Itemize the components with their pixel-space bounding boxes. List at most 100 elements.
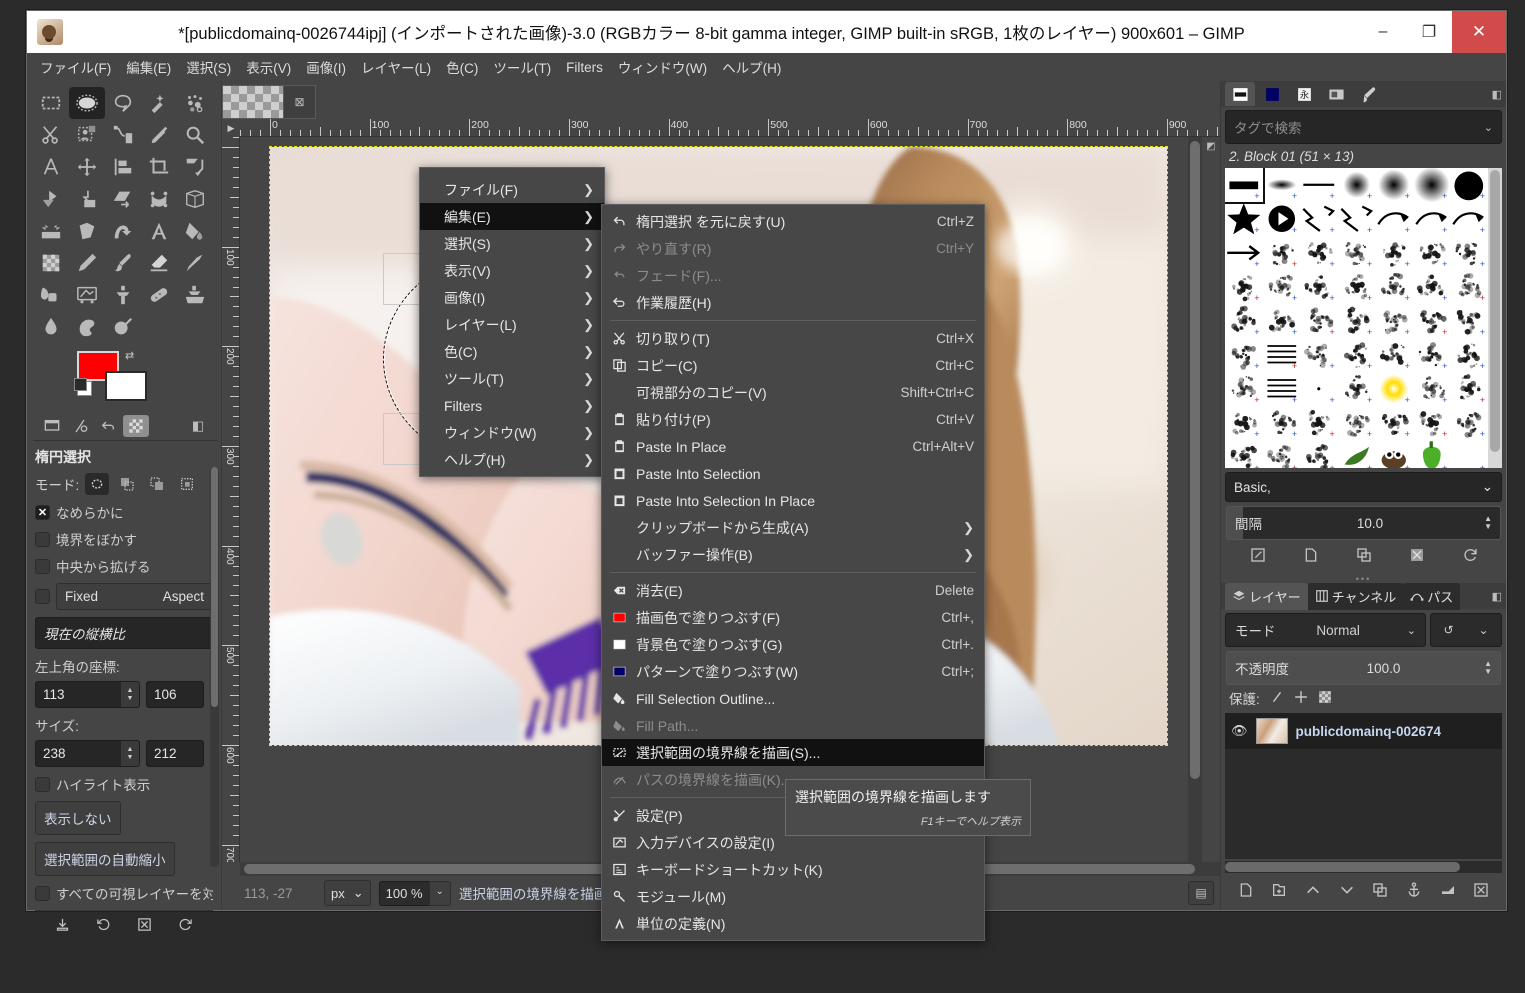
- brush-cell[interactable]: +: [1225, 338, 1263, 372]
- layer-list[interactable]: 👁 publicdomainq-002674: [1225, 713, 1502, 859]
- auto-shrink-button[interactable]: 選択範囲の自動縮小: [35, 842, 175, 876]
- zoom-chevron-down-icon[interactable]: ⌄: [428, 880, 451, 906]
- brush-cell[interactable]: +: [1263, 304, 1301, 338]
- layers-dock-menu-icon[interactable]: ◧: [1492, 590, 1502, 603]
- layer-list-scrollbar[interactable]: [1225, 861, 1502, 873]
- 3d-transform-tool[interactable]: [177, 183, 213, 215]
- paths-tool[interactable]: [105, 119, 141, 151]
- image-tab-thumbnail[interactable]: [222, 85, 284, 119]
- edit-menu-item[interactable]: Paste In Place Ctrl+Alt+V: [602, 433, 984, 460]
- delete-brush-icon[interactable]: [1409, 547, 1425, 568]
- brush-cell[interactable]: +: [1263, 406, 1301, 440]
- airbrush-tool[interactable]: [177, 247, 213, 279]
- mode-replace-button[interactable]: [85, 473, 110, 495]
- edit-menu-item[interactable]: 単位の定義(N): [602, 910, 984, 937]
- clone-tool[interactable]: [105, 279, 141, 311]
- shear-tool[interactable]: [105, 183, 141, 215]
- color-picker-tool[interactable]: [141, 119, 177, 151]
- highlight-row[interactable]: ハイライト表示: [35, 774, 213, 794]
- brush-cell[interactable]: +: [1338, 338, 1376, 372]
- brush-cell[interactable]: +: [1450, 270, 1488, 304]
- zoom-tool[interactable]: [177, 119, 213, 151]
- size-width-arrows[interactable]: ▲ ▼: [121, 741, 139, 766]
- merge-layer-icon[interactable]: [1440, 882, 1456, 903]
- edit-menu-item[interactable]: 貼り付け(P) Ctrl+V: [602, 406, 984, 433]
- text-tool[interactable]: [141, 215, 177, 247]
- edit-brush-icon[interactable]: [1250, 547, 1266, 568]
- move-tool[interactable]: [69, 151, 105, 183]
- menubar-item-edit[interactable]: 編集(E): [119, 53, 178, 81]
- brush-cell[interactable]: +: [1338, 202, 1376, 236]
- context-menu-item[interactable]: ヘルプ(H) ❯: [420, 446, 604, 473]
- position-y-value[interactable]: 106: [146, 681, 204, 708]
- brush-cell[interactable]: +: [1225, 270, 1263, 304]
- context-menu-item[interactable]: ツール(T) ❯: [420, 365, 604, 392]
- brush-cell[interactable]: +: [1450, 304, 1488, 338]
- brush-grid[interactable]: + + + + + + + + + + + + + + + + + + + + + + + + + + + + + + + + + + + + + + + +…: [1225, 168, 1488, 468]
- brush-cell[interactable]: +: [1375, 270, 1413, 304]
- close-button[interactable]: ✕: [1452, 11, 1506, 53]
- brush-cell[interactable]: +: [1450, 202, 1488, 236]
- brush-cell[interactable]: +: [1263, 338, 1301, 372]
- antialias-checkbox[interactable]: ✕: [35, 504, 50, 520]
- edit-menu-item[interactable]: 作業履歴(H): [602, 289, 984, 316]
- delete-tool-preset-icon[interactable]: [137, 917, 152, 937]
- brush-cell[interactable]: +: [1225, 202, 1263, 236]
- brush-cell[interactable]: +: [1338, 304, 1376, 338]
- expand-from-center-checkbox[interactable]: [35, 558, 50, 574]
- perspective-tool[interactable]: [141, 183, 177, 215]
- dodge-burn-tool[interactable]: [105, 311, 141, 343]
- navigation-preview-icon[interactable]: ◩: [1202, 137, 1220, 155]
- transparency-icon[interactable]: [123, 415, 149, 437]
- canvas-vertical-scrollbar[interactable]: [1188, 137, 1202, 862]
- brush-cell[interactable]: +: [1375, 440, 1413, 468]
- all-layers-checkbox[interactable]: [35, 885, 50, 901]
- image-window-icon[interactable]: [39, 415, 65, 437]
- edit-menu-item[interactable]: コピー(C) Ctrl+C: [602, 352, 984, 379]
- foreground-select-tool[interactable]: [69, 119, 105, 151]
- rotate-tool[interactable]: [177, 151, 213, 183]
- background-color-swatch[interactable]: [105, 371, 147, 401]
- pattern-tool[interactable]: [33, 247, 69, 279]
- highlight-checkbox[interactable]: [35, 776, 50, 792]
- brush-cell[interactable]: +: [1413, 236, 1451, 270]
- ellipse-select-tool[interactable]: [69, 87, 105, 119]
- size-height-value[interactable]: 212: [146, 740, 204, 767]
- edit-menu-item[interactable]: キーボードショートカット(K): [602, 856, 984, 883]
- duplicate-layer-icon[interactable]: [1372, 882, 1388, 903]
- fuzzy-select-tool[interactable]: [141, 87, 177, 119]
- brush-cell[interactable]: +: [1375, 372, 1413, 406]
- menubar-item-layer[interactable]: レイヤー(L): [354, 53, 438, 81]
- brush-cell[interactable]: +: [1338, 236, 1376, 270]
- brush-cell[interactable]: +: [1413, 304, 1451, 338]
- brush-cell[interactable]: +: [1263, 440, 1301, 468]
- edit-menu-item[interactable]: クリップボードから生成(A) ❯: [602, 514, 984, 541]
- brush-cell[interactable]: +: [1375, 338, 1413, 372]
- brush-tag-combo[interactable]: Basic, ⌄: [1225, 472, 1502, 502]
- brush-cell[interactable]: +: [1338, 372, 1376, 406]
- position-x-value[interactable]: 113: [36, 682, 121, 707]
- handle-transform-tool[interactable]: [69, 183, 105, 215]
- mode-intersect-button[interactable]: [175, 473, 199, 495]
- menubar-item-view[interactable]: 表示(V): [239, 53, 298, 81]
- vertical-ruler[interactable]: 100 200 300 400 500 600 700: [222, 137, 240, 862]
- menubar-item-colors[interactable]: 色(C): [439, 53, 485, 81]
- lock-alpha-icon[interactable]: [1318, 690, 1332, 707]
- lock-position-icon[interactable]: [1294, 690, 1308, 707]
- brush-cell[interactable]: +: [1225, 372, 1263, 406]
- brush-cell[interactable]: +: [1300, 168, 1338, 202]
- edit-menu-item[interactable]: 背景色で塗りつぶす(G) Ctrl+.: [602, 631, 984, 658]
- brush-cell[interactable]: +: [1338, 440, 1376, 468]
- scissors-select-tool[interactable]: [33, 119, 69, 151]
- align-tool[interactable]: [105, 151, 141, 183]
- brush-search-box[interactable]: タグで検索 ⌄: [1225, 110, 1502, 144]
- context-menu-item[interactable]: ファイル(F) ❯: [420, 176, 604, 203]
- minimize-button[interactable]: –: [1360, 11, 1406, 53]
- brush-cell[interactable]: +: [1300, 270, 1338, 304]
- anchor-layer-icon[interactable]: [1406, 882, 1422, 903]
- brush-cell[interactable]: +: [1300, 202, 1338, 236]
- context-menu-item[interactable]: Filters ❯: [420, 392, 604, 419]
- edit-menu-item[interactable]: Paste Into Selection In Place: [602, 487, 984, 514]
- status-cancel-button[interactable]: ▤: [1188, 881, 1214, 905]
- context-menu-item[interactable]: レイヤー(L) ❯: [420, 311, 604, 338]
